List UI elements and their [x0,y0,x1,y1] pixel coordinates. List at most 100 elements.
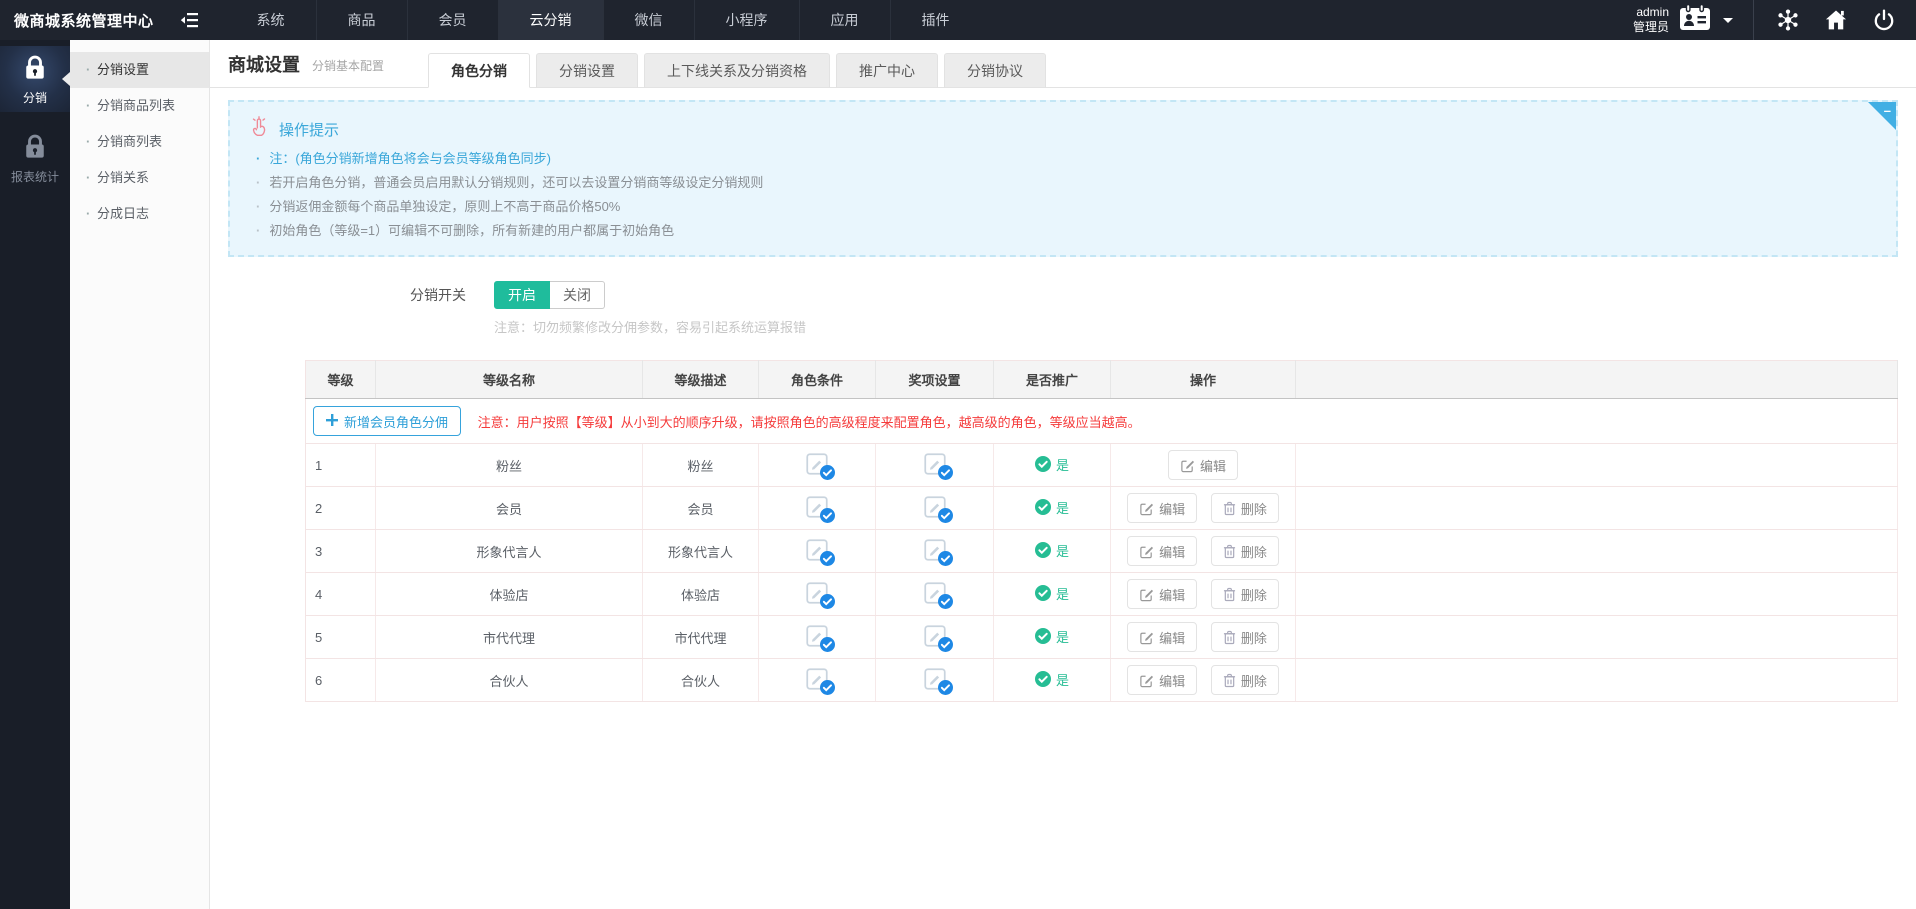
level-desc-cell: 会员 [642,486,759,530]
topnav-item[interactable]: 系统 [226,0,316,40]
header-filler [1295,360,1898,399]
sidebar-item[interactable]: 分销商品列表 [70,88,209,124]
switch-button-group: 开启 关闭 [494,281,605,309]
reward-setting-config-icon[interactable] [922,537,953,566]
yes-check-icon [1034,542,1051,559]
topnav-item[interactable]: 插件 [889,0,981,40]
switch-on-button[interactable]: 开启 [494,281,550,309]
promote-status: 是 [1034,584,1069,603]
edit-icon [1140,632,1154,644]
divider [1753,0,1754,40]
reward-setting-config-icon[interactable] [922,623,953,652]
user-info: admin 管理员 [1633,5,1669,35]
level-name-cell: 粉丝 [375,443,643,487]
table-row: 2 会员 会员 是 编辑 删除 [305,486,1898,530]
rail-item[interactable]: 分销 [0,46,70,112]
actions-cell: 编辑 删除 [1110,615,1296,659]
level-name-cell: 形象代言人 [375,529,643,573]
promote-status: 是 [1034,541,1069,560]
filler-cell [1295,615,1898,659]
distribution-switch-row: 分销开关 开启 关闭 [228,281,1898,309]
role-condition-config-icon[interactable] [804,623,835,652]
role-condition-cell [758,658,876,702]
user-menu[interactable]: admin 管理员 [1623,3,1743,38]
edit-button[interactable]: 编辑 [1127,536,1198,566]
user-role: 管理员 [1632,20,1669,34]
reward-setting-config-icon[interactable] [922,451,953,480]
bullet-icon: · [256,199,261,214]
delete-button[interactable]: 删除 [1210,536,1279,566]
role-condition-config-icon[interactable] [804,451,835,480]
delete-icon [1223,630,1235,644]
delete-button[interactable]: 删除 [1210,622,1279,652]
role-condition-config-icon[interactable] [804,580,835,609]
topnav-item[interactable]: 应用 [798,0,890,40]
page-title: 商城设置 [228,54,300,75]
edit-button[interactable]: 编辑 [1167,450,1238,480]
role-condition-config-icon[interactable] [804,537,835,566]
delete-button[interactable]: 删除 [1210,665,1279,695]
tab[interactable]: 分销协议 [944,53,1046,88]
level-cell: 5 [305,615,376,659]
topnav-item[interactable]: 云分销 [497,0,603,40]
reward-setting-cell [875,486,994,530]
sidebar-item[interactable]: 分销设置 [70,52,209,88]
reward-setting-config-icon[interactable] [922,580,953,609]
tab[interactable]: 分销设置 [536,53,638,88]
app-logo: 微商城系统管理中心 [14,12,154,30]
page-header: 商城设置 分销基本配置 角色分销 分销设置 上下线关系及分销资格 推广中心 分销协议 [210,40,1916,88]
sidebar-item[interactable]: 分销关系 [70,160,209,196]
header-reward-setting: 奖项设置 [875,360,994,399]
reward-setting-config-icon[interactable] [922,666,953,695]
actions-cell: 编辑 删除 [1110,529,1296,573]
role-condition-config-icon[interactable] [804,666,835,695]
promote-cell: 是 [993,486,1111,530]
delete-button[interactable]: 删除 [1210,493,1279,523]
delete-button[interactable]: 删除 [1210,579,1279,609]
module-rail: 分销 报表统计 [0,40,70,909]
switch-off-button[interactable]: 关闭 [550,281,605,309]
table-row: 5 市代代理 市代代理 是 编辑 删除 [305,615,1898,659]
level-name-cell: 会员 [375,486,643,530]
topnav-item[interactable]: 会员 [406,0,498,40]
sidebar-item[interactable]: 分成日志 [70,196,209,232]
topnav-item[interactable]: 微信 [602,0,694,40]
collapse-sidebar-icon[interactable] [168,0,212,40]
edit-button[interactable]: 编辑 [1127,622,1198,652]
filler-cell [1295,443,1898,487]
rail-item[interactable]: 报表统计 [0,125,70,191]
bullet-icon: · [256,175,261,190]
tab[interactable]: 角色分销 [428,53,530,88]
edit-button[interactable]: 编辑 [1127,493,1198,523]
reward-setting-config-icon[interactable] [922,494,953,523]
edit-icon [1140,675,1154,687]
topnav-item[interactable]: 商品 [315,0,407,40]
header-level-name: 等级名称 [375,360,643,399]
edit-button[interactable]: 编辑 [1127,579,1198,609]
header-level-desc: 等级描述 [642,360,759,399]
power-icon[interactable] [1860,0,1908,40]
tab[interactable]: 推广中心 [836,53,938,88]
sidebar-item[interactable]: 分销商列表 [70,124,209,160]
table-body: 新增会员角色分佣 注意：用户按照【等级】从小到大的顺序升级，请按照角色的高级程度… [305,398,1898,702]
edit-icon [1140,503,1154,515]
hand-pointer-icon [248,116,270,143]
tab[interactable]: 上下线关系及分销资格 [644,53,830,88]
share-icon[interactable] [1764,0,1812,40]
main-panel: 商城设置 分销基本配置 角色分销 分销设置 上下线关系及分销资格 推广中心 分销协议 操… [210,40,1916,909]
add-member-role-button[interactable]: 新增会员角色分佣 [313,406,462,436]
edit-button[interactable]: 编辑 [1127,665,1198,695]
promote-cell: 是 [993,443,1111,487]
role-condition-cell [758,529,876,573]
level-desc-cell: 形象代言人 [642,529,759,573]
level-cell: 4 [305,572,376,616]
reward-setting-cell [875,572,994,616]
home-icon[interactable] [1812,0,1860,40]
edit-icon [1140,589,1154,601]
reward-setting-cell [875,443,994,487]
role-condition-config-icon[interactable] [804,494,835,523]
tip-line: · 分销返佣金额每个商品单独设定，原则上不高于商品价格50% [256,199,621,214]
topnav-item[interactable]: 小程序 [693,0,799,40]
level-name-cell: 体验店 [375,572,643,616]
tips-minimize-corner[interactable] [1868,102,1896,130]
